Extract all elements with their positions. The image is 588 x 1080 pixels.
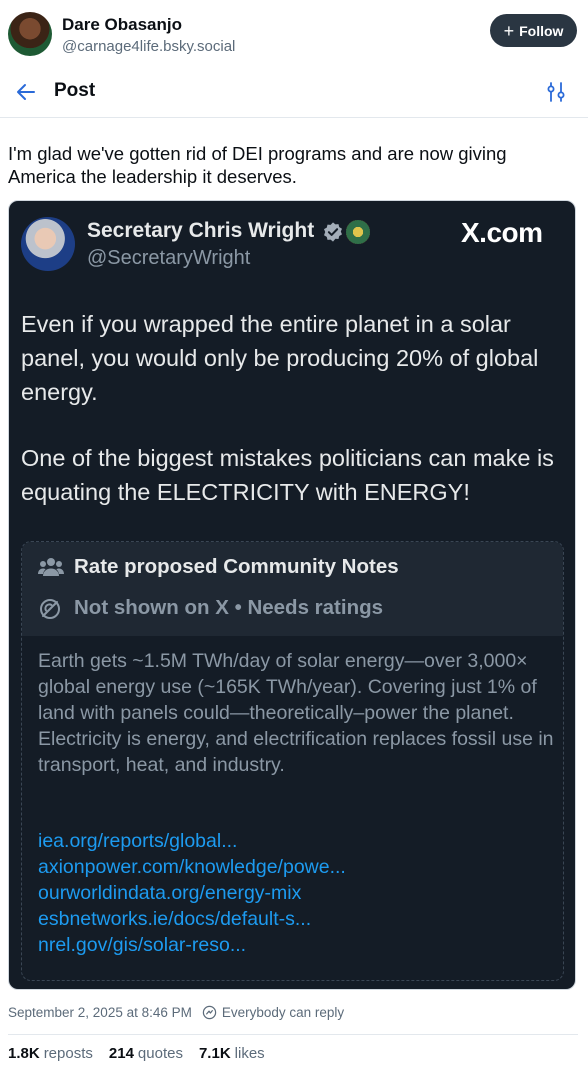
- author-header: Dare Obasanjo @carnage4life.bsky.social …: [0, 0, 588, 64]
- author-handle[interactable]: @carnage4life.bsky.social: [62, 38, 235, 55]
- quotes-label: quotes: [137, 1045, 183, 1062]
- quotes-count: 214: [108, 1045, 134, 1062]
- follow-button[interactable]: + Follow: [490, 14, 577, 47]
- community-note-status: Not shown on X • Needs ratings: [74, 596, 384, 619]
- likes-stat[interactable]: 7.1K likes: [199, 1045, 265, 1062]
- reply-settings-icon: [202, 1005, 217, 1020]
- post-text: I'm glad we've gotten rid of DEI program…: [8, 143, 507, 187]
- embedded-brand-label: X.com: [461, 217, 543, 248]
- author-avatar[interactable]: [8, 12, 52, 56]
- post-nav-bar: Post: [0, 66, 588, 118]
- quotes-stat[interactable]: 214 quotes: [109, 1045, 183, 1062]
- divider: [8, 1034, 578, 1035]
- page-title: Post: [54, 80, 96, 101]
- embedded-avatar: [21, 217, 75, 271]
- community-note-links: iea.org/reports/global... axionpower.com…: [38, 828, 554, 958]
- plus-icon: +: [503, 20, 515, 41]
- engagement-stats: 1.8K reposts 214 quotes 7.1K likes: [8, 1045, 265, 1062]
- post-meta: September 2, 2025 at 8:46 PM Everybody c…: [8, 1005, 344, 1020]
- reposts-label: reposts: [43, 1045, 93, 1062]
- community-note-card: Rate proposed Community Notes Not shown …: [21, 541, 564, 981]
- community-note-text: Earth gets ~1.5M TWh/day of solar energy…: [38, 650, 554, 776]
- department-seal-icon: [346, 220, 370, 244]
- reply-setting-label: Everybody can reply: [221, 1005, 345, 1020]
- embedded-author-handle: @SecretaryWright: [87, 247, 251, 269]
- author-name[interactable]: Dare Obasanjo: [62, 15, 182, 35]
- source-link: nrel.gov/gis/solar-reso...: [38, 934, 247, 956]
- source-link: ourworldindata.org/energy-mix: [38, 882, 302, 904]
- likes-count: 7.1K: [198, 1045, 231, 1062]
- thread-settings-icon[interactable]: [544, 80, 568, 104]
- post-timestamp: September 2, 2025 at 8:46 PM: [8, 1005, 192, 1020]
- source-link: axionpower.com/knowledge/powe...: [38, 856, 346, 878]
- embedded-author-name: Secretary Chris Wright: [87, 219, 315, 242]
- follow-label: Follow: [519, 22, 564, 39]
- reposts-stat[interactable]: 1.8K reposts: [8, 1045, 93, 1062]
- source-link: iea.org/reports/global...: [38, 830, 238, 852]
- eye-off-icon: [40, 599, 60, 619]
- community-note-header: Rate proposed Community Notes Not shown …: [22, 542, 563, 636]
- embedded-body-paragraph-2: One of the biggest mistakes politicians …: [21, 445, 554, 505]
- community-note-title: Rate proposed Community Notes: [74, 555, 399, 578]
- embedded-image[interactable]: Secretary Chris Wright @SecretaryWright …: [8, 200, 576, 990]
- likes-label: likes: [234, 1045, 265, 1062]
- back-arrow-icon[interactable]: [14, 80, 38, 104]
- people-icon: [38, 558, 64, 576]
- source-link: esbnetworks.ie/docs/default-s...: [38, 908, 312, 930]
- reposts-count: 1.8K: [8, 1045, 40, 1062]
- embedded-body-paragraph-1: Even if you wrapped the entire planet in…: [21, 311, 539, 405]
- verified-badge-icon: [324, 222, 342, 242]
